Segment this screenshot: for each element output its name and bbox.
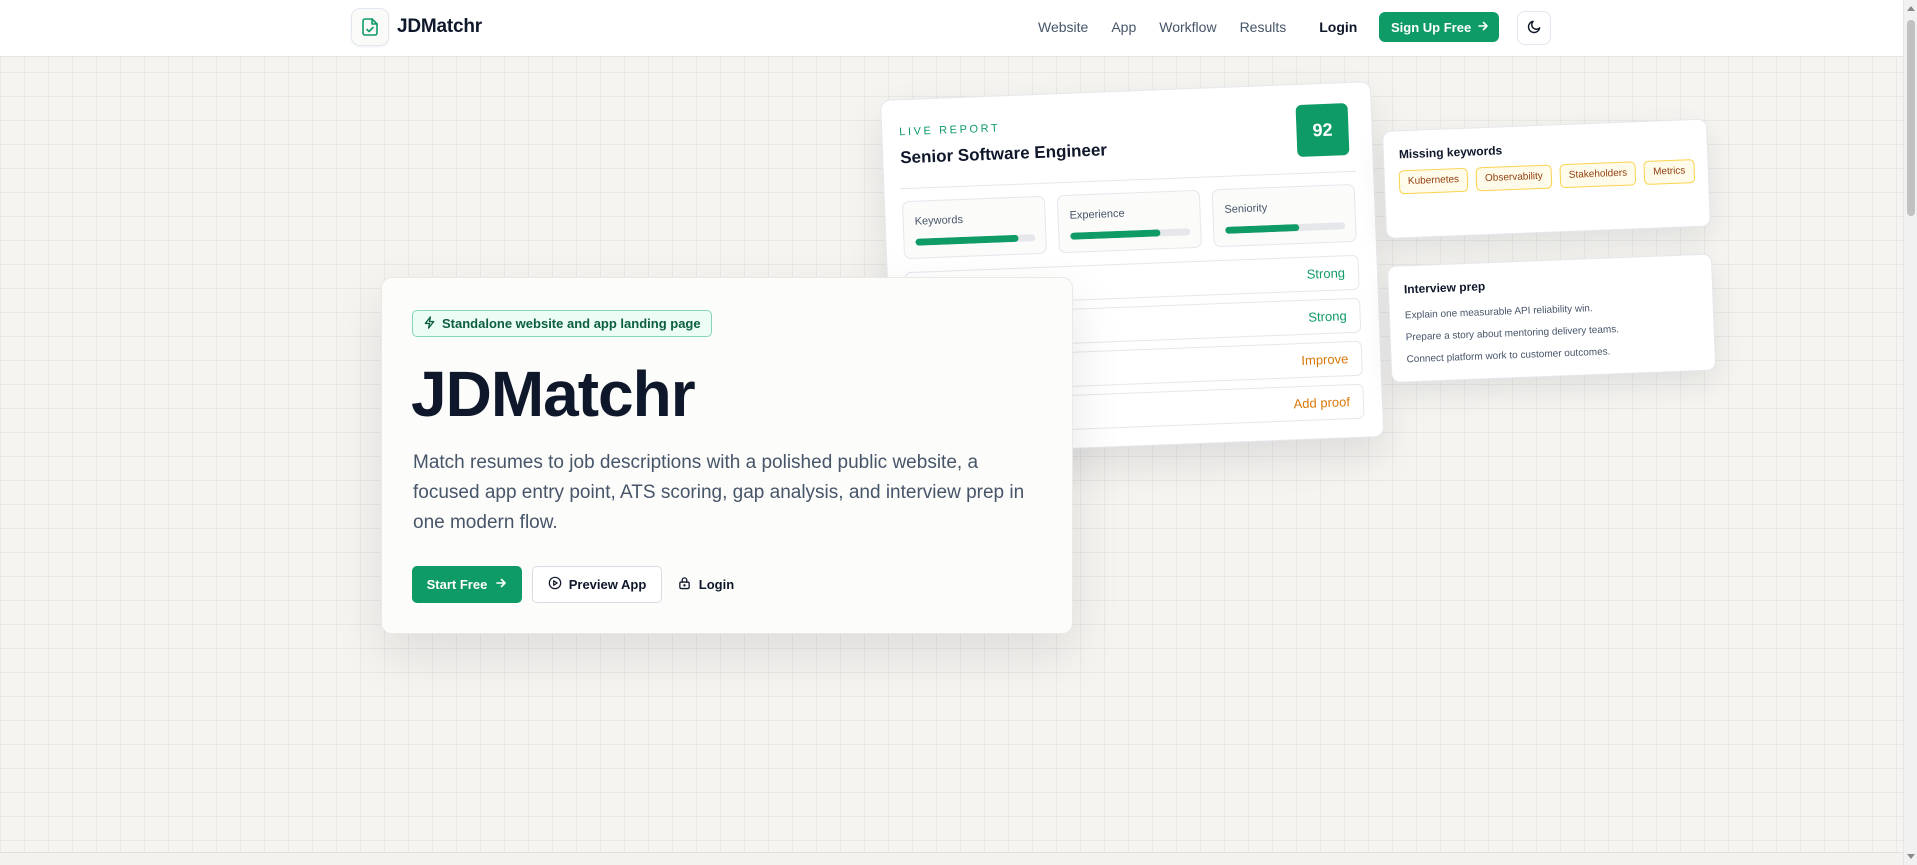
metric-progress-track [915, 234, 1036, 246]
interview-prep-title: Interview prep [1403, 279, 1486, 297]
metric-progress-fill [1070, 229, 1161, 240]
nav-link-results[interactable]: Results [1240, 17, 1287, 37]
top-navigation-bar: JDMatchr Website App Workflow Results Lo… [0, 0, 1903, 57]
lightning-icon [423, 315, 436, 332]
hero-card: Standalone website and app landing page … [381, 277, 1073, 634]
keyword-chip-list: Kubernetes Observability Stakeholders Me… [1398, 159, 1700, 195]
interview-prep-card: Interview prep Explain one measurable AP… [1387, 253, 1717, 383]
main-nav: Website App Workflow Results Login [1038, 17, 1391, 37]
metric-progress-track [1225, 222, 1346, 234]
nav-link-workflow[interactable]: Workflow [1159, 17, 1216, 37]
lock-icon [678, 576, 691, 593]
match-score-badge: 92 [1295, 103, 1350, 158]
hero-login-label: Login [698, 577, 735, 592]
sign-up-free-button[interactable]: Sign Up Free [1379, 12, 1500, 42]
arrow-right-icon [495, 577, 507, 592]
brand-home-link[interactable]: JDMatchr [351, 8, 482, 46]
start-free-label: Start Free [426, 577, 488, 592]
moon-icon [1527, 19, 1542, 37]
keyword-chip: Observability [1475, 164, 1553, 192]
metric-label: Keywords [914, 213, 964, 228]
prep-item: Connect platform work to customer outcom… [1406, 346, 1611, 366]
row-status: Add proof [1293, 394, 1351, 412]
hero-badge: Standalone website and app landing page [412, 310, 712, 337]
start-free-button[interactable]: Start Free [412, 566, 522, 603]
prep-item: Explain one measurable API reliability w… [1404, 303, 1593, 322]
metric-label: Seniority [1224, 202, 1268, 216]
nav-link-website[interactable]: Website [1038, 17, 1088, 37]
hero-login-button[interactable]: Login [671, 566, 741, 603]
report-eyebrow: LIVE REPORT [899, 122, 1001, 139]
nav-link-app[interactable]: App [1111, 17, 1136, 37]
page-bottom-edge [0, 852, 1903, 865]
missing-keywords-card: Missing keywords Kubernetes Observabilit… [1382, 118, 1711, 239]
metric-label: Experience [1069, 207, 1125, 222]
metric-progress-track [1070, 228, 1191, 240]
hero-description: Match resumes to job descriptions with a… [413, 452, 1025, 533]
keyword-chip: Stakeholders [1559, 161, 1637, 189]
scroll-down-arrow-icon[interactable] [1907, 854, 1915, 859]
arrow-right-icon [1477, 20, 1489, 35]
keyword-chip: Kubernetes [1398, 167, 1469, 195]
metric-keywords: Keywords [901, 195, 1048, 260]
hero-badge-label: Standalone website and app landing page [442, 316, 701, 331]
metric-progress-fill [915, 234, 1019, 246]
keyword-chip: Metrics [1643, 159, 1695, 185]
play-circle-icon [548, 576, 562, 593]
vertical-scrollbar[interactable] [1903, 0, 1917, 865]
file-check-icon [351, 8, 389, 46]
hero-title: JDMatchr [411, 358, 696, 430]
scroll-up-arrow-icon[interactable] [1907, 6, 1915, 11]
theme-toggle-button[interactable] [1517, 11, 1551, 45]
scrollbar-thumb[interactable] [1907, 20, 1915, 216]
metric-progress-fill [1225, 223, 1300, 234]
row-status: Strong [1308, 308, 1347, 325]
metric-experience: Experience [1056, 189, 1202, 254]
metric-seniority: Seniority [1211, 183, 1357, 248]
preview-app-button[interactable]: Preview App [532, 566, 662, 603]
brand-name: JDMatchr [397, 16, 482, 37]
preview-app-label: Preview App [568, 577, 647, 592]
nav-login-link[interactable]: Login [1319, 17, 1357, 37]
prep-item: Prepare a story about mentoring delivery… [1405, 324, 1620, 344]
report-job-title: Senior Software Engineer [899, 140, 1108, 168]
missing-keywords-title: Missing keywords [1398, 143, 1503, 162]
sign-up-label: Sign Up Free [1391, 19, 1472, 35]
row-status: Strong [1306, 265, 1346, 282]
row-status: Improve [1301, 351, 1349, 369]
